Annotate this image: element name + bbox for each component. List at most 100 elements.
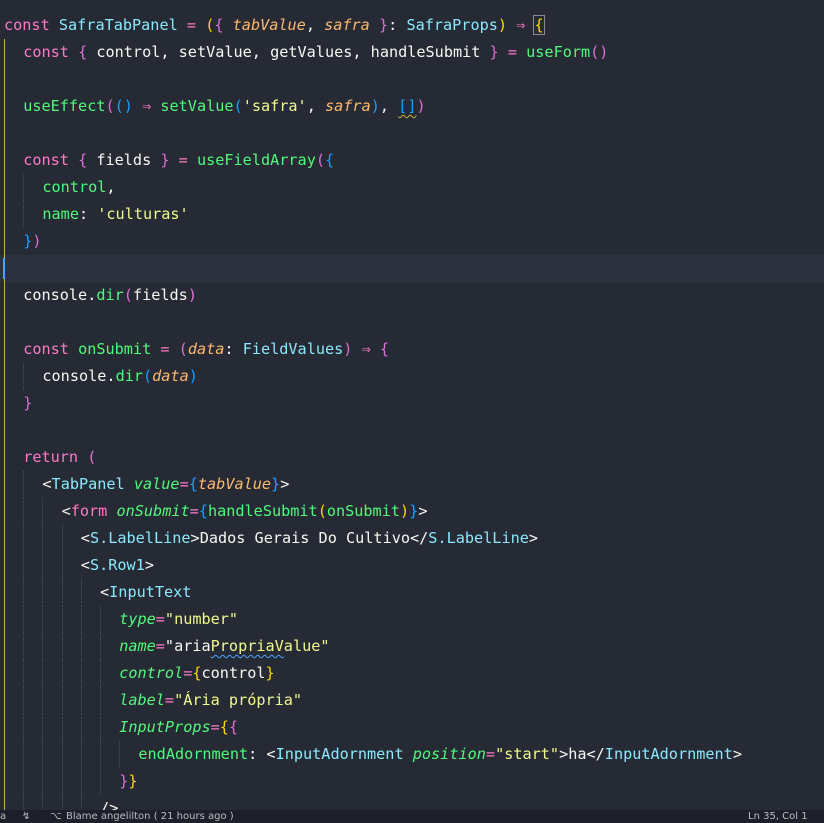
indent-guide bbox=[23, 660, 25, 687]
indent-guide bbox=[42, 714, 44, 741]
code-token: >Dados Gerais Do Cultivo</ bbox=[190, 529, 429, 547]
indent-guide bbox=[61, 606, 63, 633]
code-token: fields bbox=[132, 286, 188, 304]
code-token: < bbox=[80, 529, 90, 547]
code-line[interactable] bbox=[0, 309, 824, 336]
code-token: = bbox=[151, 340, 179, 358]
code-token: dir bbox=[96, 286, 124, 304]
indent-guide bbox=[42, 768, 44, 795]
code-line[interactable]: control={control} bbox=[0, 660, 824, 687]
code-token: control bbox=[201, 664, 266, 682]
code-line[interactable]: }) bbox=[0, 228, 824, 255]
code-line[interactable]: console.dir(data) bbox=[0, 363, 824, 390]
code-token: : bbox=[388, 16, 407, 34]
code-line[interactable]: const SafraTabPanel = ({ tabValue, safra… bbox=[0, 12, 824, 39]
code-token: { bbox=[379, 340, 390, 358]
code-token: useFieldArray bbox=[196, 151, 316, 169]
code-token: { bbox=[325, 151, 335, 169]
code-token: = bbox=[183, 664, 193, 682]
code-token: alue" bbox=[283, 637, 330, 655]
code-text: const { fields } = useFieldArray({ bbox=[23, 147, 334, 174]
code-line[interactable]: <InputText bbox=[0, 579, 824, 606]
code-line[interactable]: /> bbox=[0, 795, 824, 810]
indent-guide bbox=[4, 525, 5, 552]
code-token: } bbox=[489, 43, 499, 61]
code-token: S.LabelLine bbox=[89, 529, 191, 547]
code-token: < bbox=[80, 556, 90, 574]
indent-guide bbox=[4, 795, 5, 810]
indent-guide bbox=[100, 606, 101, 633]
code-token: { bbox=[192, 664, 202, 682]
code-token: } bbox=[23, 232, 33, 250]
code-token: console bbox=[23, 286, 88, 304]
code-token: tabValue bbox=[232, 16, 306, 34]
code-line[interactable]: } bbox=[0, 390, 824, 417]
code-token: { bbox=[198, 502, 208, 520]
code-editor[interactable]: const SafraTabPanel = ({ tabValue, safra… bbox=[0, 0, 824, 810]
indent-guide bbox=[80, 579, 82, 606]
git-blame-status[interactable]: Blame angelilton ( 21 hours ago ) bbox=[66, 810, 234, 823]
code-token: } bbox=[265, 664, 275, 682]
code-line[interactable]: endAdornment: <InputAdornment position="… bbox=[0, 741, 824, 768]
code-token: InputAdornment bbox=[604, 745, 733, 763]
indent-guide bbox=[42, 687, 44, 714]
indent-guide bbox=[4, 39, 5, 66]
code-token: const bbox=[23, 151, 79, 169]
code-token: < bbox=[266, 745, 276, 763]
code-line[interactable]: console.dir(fields) bbox=[0, 282, 824, 309]
code-line[interactable]: const { fields } = useFieldArray({ bbox=[0, 147, 824, 174]
code-token: : bbox=[224, 340, 243, 358]
cursor-position[interactable]: Ln 35, Col 1 bbox=[748, 810, 808, 823]
indent-guide bbox=[4, 201, 5, 228]
code-line[interactable]: InputProps={{ bbox=[0, 714, 824, 741]
indent-guide bbox=[42, 579, 44, 606]
code-line[interactable]: <form onSubmit={handleSubmit(onSubmit)}> bbox=[0, 498, 824, 525]
code-line[interactable]: }} bbox=[0, 768, 824, 795]
indent-guide bbox=[23, 579, 25, 606]
code-token: ⇒ bbox=[132, 97, 161, 115]
indent-guide bbox=[23, 768, 25, 795]
code-line[interactable]: const { control, setValue, getValues, ha… bbox=[0, 39, 824, 66]
indent-guide bbox=[80, 660, 82, 687]
code-line[interactable]: <S.Row1> bbox=[0, 552, 824, 579]
indent-guide bbox=[4, 768, 5, 795]
code-line[interactable]: control, bbox=[0, 174, 824, 201]
indent-guide bbox=[4, 66, 5, 93]
code-token: /> bbox=[100, 799, 119, 810]
code-line[interactable]: return ( bbox=[0, 444, 824, 471]
code-line[interactable] bbox=[0, 417, 824, 444]
code-line[interactable]: <S.LabelLine>Dados Gerais Do Cultivo</S.… bbox=[0, 525, 824, 552]
code-line[interactable] bbox=[0, 120, 824, 147]
code-token: ( bbox=[143, 367, 153, 385]
indent-guide bbox=[23, 606, 25, 633]
code-line[interactable] bbox=[0, 255, 824, 282]
code-line[interactable]: <TabPanel value={tabValue}> bbox=[0, 471, 824, 498]
code-line[interactable]: name="ariaPropriaValue" bbox=[0, 633, 824, 660]
indent-guide bbox=[100, 687, 101, 714]
code-token: onSubmit bbox=[78, 340, 152, 358]
indent-guide bbox=[80, 714, 82, 741]
code-token: onSubmit bbox=[116, 502, 190, 520]
code-line[interactable] bbox=[0, 66, 824, 93]
sync-icon[interactable]: ↯ bbox=[22, 810, 30, 823]
code-token: form bbox=[70, 502, 108, 520]
code-line[interactable]: const onSubmit = (data: FieldValues) ⇒ { bbox=[0, 336, 824, 363]
code-token: "Ária própria" bbox=[174, 691, 303, 709]
code-line[interactable]: name: 'culturas' bbox=[0, 201, 824, 228]
code-line[interactable]: label="Ária própria" bbox=[0, 687, 824, 714]
indent-guide bbox=[4, 471, 5, 498]
code-token: { bbox=[533, 15, 545, 35]
indent-guide bbox=[61, 768, 63, 795]
code-token: , bbox=[306, 97, 325, 115]
code-line[interactable]: type="number" bbox=[0, 606, 824, 633]
code-token: SafraProps bbox=[406, 16, 498, 34]
code-line[interactable]: useEffect(() ⇒ setValue('safra', safra),… bbox=[0, 93, 824, 120]
code-token: tabValue bbox=[197, 475, 272, 493]
indent-guide bbox=[4, 120, 5, 147]
code-token: endAdornment bbox=[138, 745, 249, 763]
indent-guide bbox=[4, 336, 5, 363]
code-token: control, setValue, getValues, handleSubm… bbox=[87, 43, 490, 61]
code-token: = bbox=[189, 502, 199, 520]
indent-guide bbox=[23, 633, 25, 660]
indent-guide bbox=[4, 633, 5, 660]
